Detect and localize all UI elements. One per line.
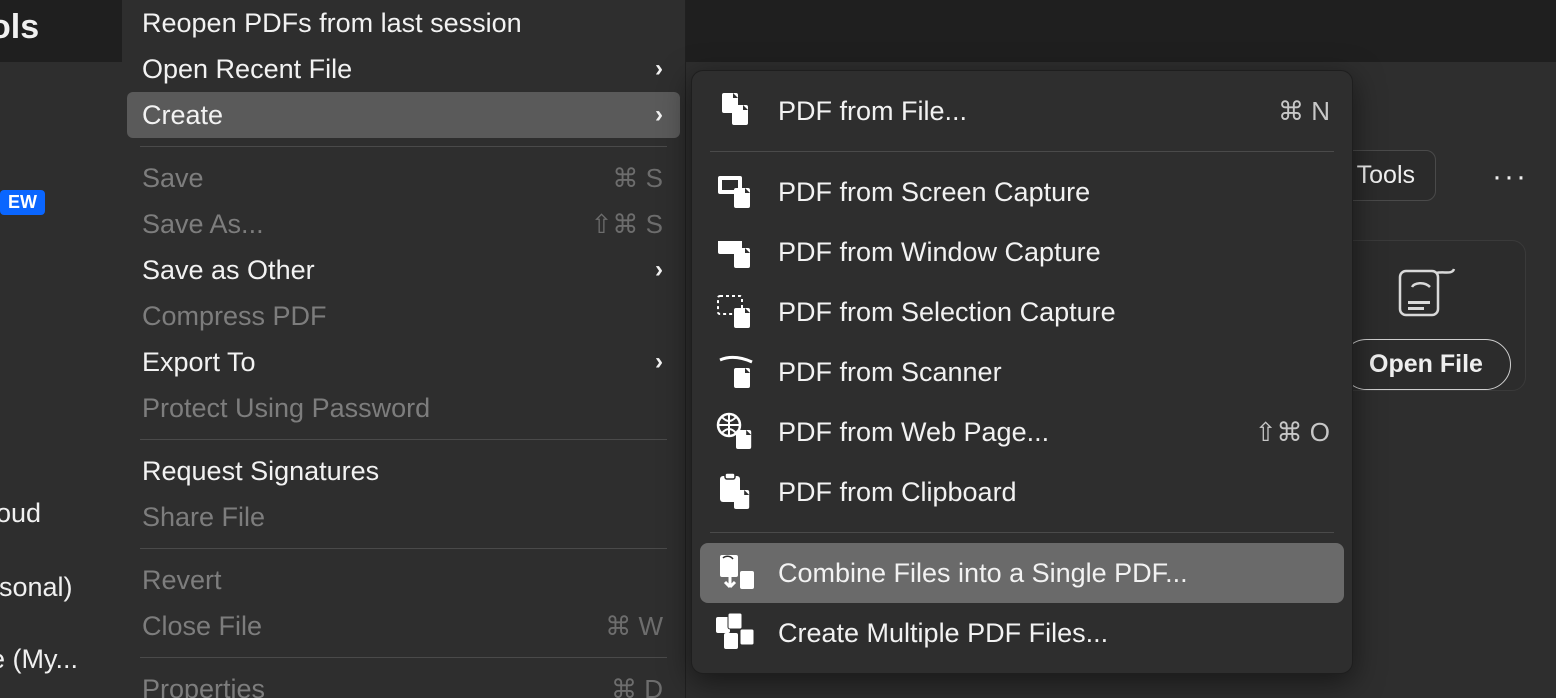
- menu-item-label: Create: [142, 100, 223, 131]
- menu-item-label: Close File: [142, 611, 262, 642]
- submenu-item-combine-files-into-a-single-pdf[interactable]: Combine Files into a Single PDF...: [700, 543, 1344, 603]
- file-menu: Reopen PDFs from last session Open Recent…: [122, 0, 686, 698]
- web-duo-icon: [714, 412, 760, 452]
- menu-separator: [140, 657, 667, 658]
- submenu-item-pdf-from-scanner[interactable]: PDF from Scanner: [700, 342, 1344, 402]
- menu-item-properties: Properties ⌘ D: [122, 666, 685, 698]
- submenu-separator: [710, 532, 1334, 533]
- submenu-item-pdf-from-selection-capture[interactable]: PDF from Selection Capture: [700, 282, 1344, 342]
- submenu-item-label: PDF from Window Capture: [778, 237, 1330, 268]
- submenu-item-label: Combine Files into a Single PDF...: [778, 558, 1330, 589]
- new-badge: EW: [0, 190, 45, 215]
- menu-item-label: Protect Using Password: [142, 393, 430, 424]
- shortcut-text: ⌘ S: [612, 163, 663, 194]
- menu-item-label: Share File: [142, 502, 265, 533]
- submenu-item-pdf-from-screen-capture[interactable]: PDF from Screen Capture: [700, 162, 1344, 222]
- chevron-right-icon: ›: [655, 55, 663, 83]
- chevron-right-icon: ›: [655, 101, 663, 129]
- combine-icon: [714, 553, 760, 593]
- chevron-right-icon: ›: [655, 256, 663, 284]
- selection-duo-icon: [714, 292, 760, 332]
- menu-item-save-as: Save As... ⇧⌘ S: [122, 201, 685, 247]
- file-duo-icon: [714, 91, 760, 131]
- menu-item-label: Request Signatures: [142, 456, 379, 487]
- shortcut-text: ⇧⌘ O: [1255, 417, 1330, 448]
- clipboard-duo-icon: [714, 472, 760, 512]
- submenu-item-label: PDF from Selection Capture: [778, 297, 1330, 328]
- shortcut-text: ⇧⌘ S: [591, 209, 663, 240]
- submenu-item-pdf-from-file[interactable]: PDF from File...⌘ N: [700, 81, 1344, 141]
- submenu-item-label: PDF from File...: [778, 96, 1278, 127]
- submenu-item-pdf-from-web-page[interactable]: PDF from Web Page...⇧⌘ O: [700, 402, 1344, 462]
- submenu-separator: [710, 151, 1334, 152]
- open-file-card: Open File: [1326, 240, 1526, 391]
- menu-item-share-file: Share File: [122, 494, 685, 540]
- menu-item-protect-using-password: Protect Using Password: [122, 385, 685, 431]
- menu-item-label: Save as Other: [142, 255, 315, 286]
- submenu-item-label: PDF from Screen Capture: [778, 177, 1330, 208]
- menu-item-save-as-other[interactable]: Save as Other ›: [122, 247, 685, 293]
- more-icon[interactable]: ···: [1492, 160, 1528, 194]
- menu-item-label: Reopen PDFs from last session: [142, 8, 522, 39]
- shortcut-text: ⌘ D: [611, 674, 663, 698]
- scanner-icon: [714, 352, 760, 392]
- sidebar-item-fragment[interactable]: rsonal): [0, 572, 73, 603]
- chevron-right-icon: ›: [655, 348, 663, 376]
- screen-duo-icon: [714, 172, 760, 212]
- submenu-item-label: PDF from Web Page...: [778, 417, 1255, 448]
- menu-separator: [140, 146, 667, 147]
- menu-item-export-to[interactable]: Export To ›: [122, 339, 685, 385]
- menu-item-label: Save As...: [142, 209, 264, 240]
- menu-item-label: Compress PDF: [142, 301, 327, 332]
- menu-item-open-recent-file[interactable]: Open Recent File ›: [122, 46, 685, 92]
- sidebar-item-fragment[interactable]: e (My...: [0, 644, 78, 675]
- menu-item-label: Open Recent File: [142, 54, 352, 85]
- menu-item-label: Export To: [142, 347, 256, 378]
- submenu-item-label: PDF from Scanner: [778, 357, 1330, 388]
- submenu-item-label: PDF from Clipboard: [778, 477, 1330, 508]
- menu-item-request-signatures[interactable]: Request Signatures: [122, 448, 685, 494]
- pdf-open-icon: [1394, 265, 1458, 321]
- create-submenu: PDF from File...⌘ N PDF from Screen Captu…: [691, 70, 1353, 674]
- submenu-item-pdf-from-window-capture[interactable]: PDF from Window Capture: [700, 222, 1344, 282]
- sidebar-item-fragment[interactable]: loud: [0, 498, 41, 529]
- submenu-item-pdf-from-clipboard[interactable]: PDF from Clipboard: [700, 462, 1344, 522]
- open-file-button[interactable]: Open File: [1341, 339, 1511, 390]
- menu-item-label: Properties: [142, 674, 265, 698]
- menu-item-close-file: Close File ⌘ W: [122, 603, 685, 649]
- submenu-item-create-multiple-pdf-files[interactable]: Create Multiple PDF Files...: [700, 603, 1344, 663]
- multiple-icon: [714, 613, 760, 653]
- menu-item-compress-pdf: Compress PDF: [122, 293, 685, 339]
- menu-separator: [140, 548, 667, 549]
- menu-item-save: Save ⌘ S: [122, 155, 685, 201]
- window-duo-icon: [714, 232, 760, 272]
- menu-item-label: Save: [142, 163, 204, 194]
- menu-item-revert: Revert: [122, 557, 685, 603]
- menu-separator: [140, 439, 667, 440]
- menu-item-reopen-pdfs-from-last-session[interactable]: Reopen PDFs from last session: [122, 0, 685, 46]
- toolbar-title-fragment: ols: [0, 8, 39, 47]
- menu-item-create[interactable]: Create ›: [127, 92, 680, 138]
- open-file-label: Open File: [1369, 350, 1483, 378]
- menu-item-label: Revert: [142, 565, 222, 596]
- submenu-item-label: Create Multiple PDF Files...: [778, 618, 1330, 649]
- shortcut-text: ⌘ W: [605, 611, 663, 642]
- shortcut-text: ⌘ N: [1278, 96, 1330, 127]
